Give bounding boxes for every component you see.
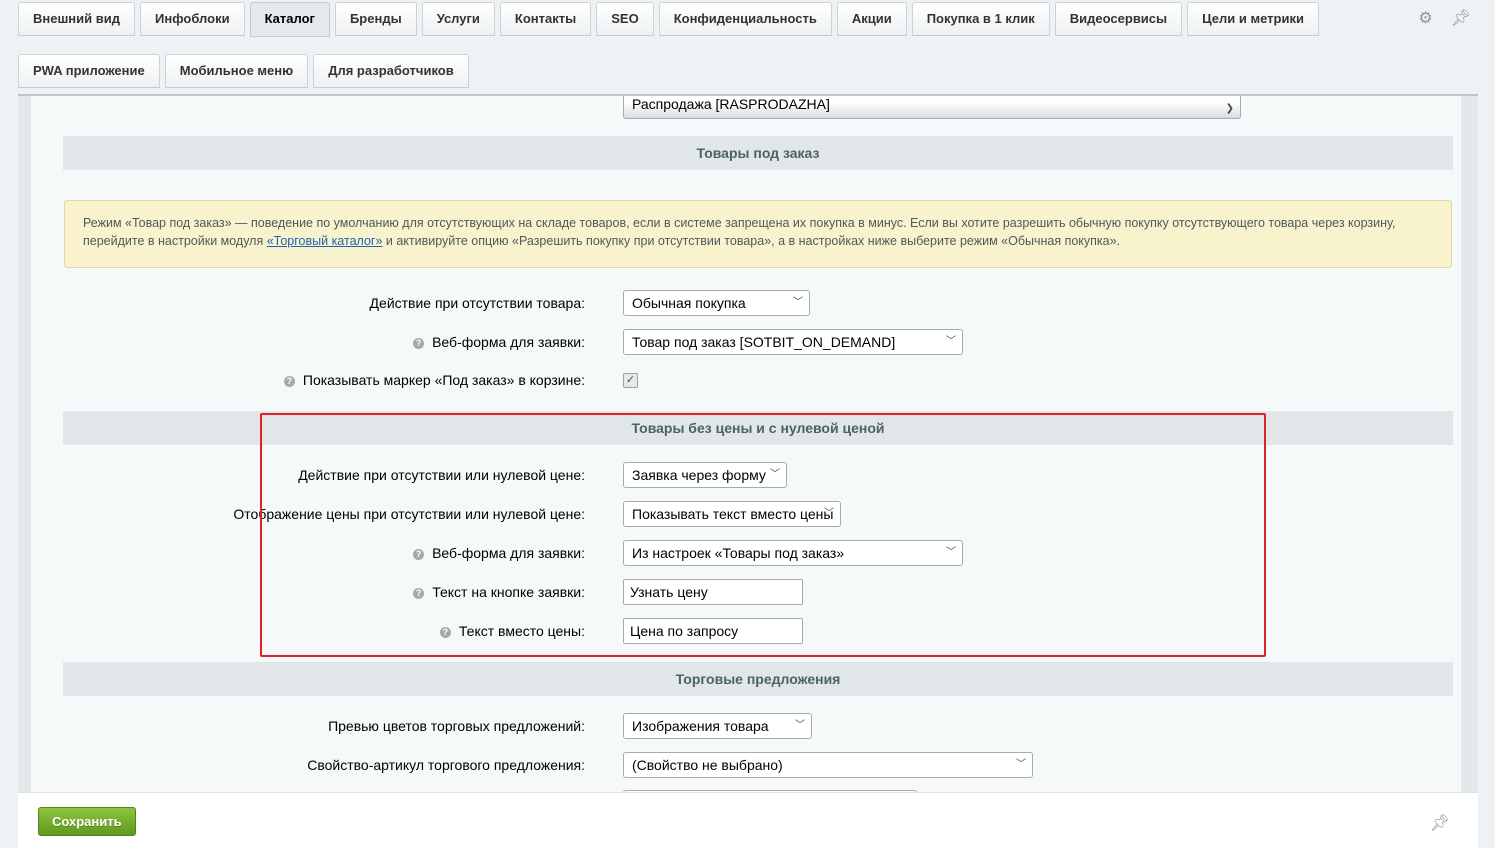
no-price-price-text-input[interactable]: Цена по запросу [623,618,803,644]
help-icon[interactable]: ? [413,549,425,560]
tab-row2-1[interactable]: Мобильное меню [164,54,309,88]
footer-bar: Сохранить 📌︎ [18,792,1478,848]
tab-row1-5[interactable]: Контакты [499,2,592,36]
chevron-down-icon: ﹀ [946,547,956,558]
checkmark-icon: ✓ [625,374,636,386]
no-price-display-select[interactable]: Показывать текст вместо цены ﹀ [623,501,841,527]
tab-row1-1[interactable]: Инфоблоки [140,2,245,36]
offers-preview-select[interactable]: Изображения товара ﹀ [623,713,812,739]
tab-row1-4[interactable]: Услуги [421,2,495,36]
no-price-button-text-input[interactable]: Узнать цену [623,579,803,605]
chevron-down-icon: ❯ [1225,103,1234,114]
on-demand-webform-value: Товар под заказ [SOTBIT_ON_DEMAND] [632,334,896,350]
top-icons: ⚙ 📌︎ [1418,8,1471,28]
no-price-action-select[interactable]: Заявка через форму ﹀ [623,462,787,488]
no-price-webform-label-text: Веб-форма для заявки: [432,545,585,561]
section-title-offers: Торговые предложения [63,662,1453,696]
no-price-display-value: Показывать текст вместо цены [632,506,834,522]
chevron-down-icon: ﹀ [946,336,956,347]
no-price-display-label: Отображение цены при отсутствии или нуле… [233,506,585,522]
tab-bar-row2: PWA приложение Мобильное меню Для разработ… [18,54,469,88]
settings-form: Распродажа [RASPRODAZHA] ❯ Товары под за… [31,96,1461,796]
chevron-down-icon: ﹀ [1016,759,1026,770]
tab-bar-row1: Внешний вид Инфоблоки Каталог Бренды Услуги К… [18,2,1319,37]
help-icon[interactable]: ? [413,588,425,599]
notice-text-after: и активируйте опцию «Разрешить покупку п… [382,234,1121,248]
tab-row2-2[interactable]: Для разработчиков [313,54,469,88]
notice-box: Режим «Товар под заказ» — поведение по у… [64,200,1452,268]
tab-row1-6[interactable]: SEO [596,2,654,36]
pin-icon[interactable]: 📌︎ [1451,8,1471,28]
help-icon[interactable]: ? [413,338,425,349]
no-price-price-text-label: ? Текст вместо цены: [439,617,585,645]
chevron-down-icon: ﹀ [793,297,803,308]
on-demand-action-select[interactable]: Обычная покупка ﹀ [623,290,810,316]
on-demand-marker-checkbox[interactable]: ✓ [623,373,638,388]
no-price-webform-value: Из настроек «Товары под заказ» [632,545,845,561]
no-price-action-value: Заявка через форму [632,467,766,483]
on-demand-webform-select[interactable]: Товар под заказ [SOTBIT_ON_DEMAND] ﹀ [623,329,963,355]
tab-row1-3[interactable]: Бренды [334,2,417,36]
no-price-button-text-label: ? Текст на кнопке заявки: [413,578,585,606]
offers-article-value: (Свойство не выбрано) [632,757,783,773]
on-demand-marker-label: ? Показывать маркер «Под заказ» в корзине… [283,366,585,394]
pin-icon[interactable]: 📌︎ [1430,813,1450,833]
help-icon[interactable]: ? [439,627,451,638]
top-multiselect-value: Распродажа [RASPRODAZHA] [632,96,830,112]
chevron-down-icon: ﹀ [795,720,805,731]
on-demand-marker-label-text: Показывать маркер «Под заказ» в корзине: [302,372,585,388]
chevron-down-icon: ﹀ [824,508,834,519]
offers-article-label: Свойство-артикул торгового предложения: [307,757,585,773]
trade-catalog-link[interactable]: «Торговый каталог» [267,234,383,248]
no-price-price-text-label-text: Текст вместо цены: [458,623,585,639]
chevron-down-icon: ﹀ [770,469,780,480]
tab-row1-8[interactable]: Акции [836,2,907,36]
section-title-on-demand: Товары под заказ [63,136,1453,170]
help-icon[interactable]: ? [283,376,295,387]
settings-panel: Распродажа [RASPRODAZHA] ❯ Товары под за… [18,94,1478,796]
tab-row1-0[interactable]: Внешний вид [18,2,135,36]
on-demand-action-value: Обычная покупка [632,295,746,311]
tab-row1-2[interactable]: Каталог [249,2,330,37]
save-button[interactable]: Сохранить [38,807,136,836]
no-price-action-label: Действие при отсутствии или нулевой цене… [298,467,585,483]
no-price-button-text-label-text: Текст на кнопке заявки: [432,584,585,600]
on-demand-webform-label-text: Веб-форма для заявки: [432,334,585,350]
tab-row1-9[interactable]: Покупка в 1 клик [911,2,1050,36]
on-demand-action-label: Действие при отсутствии товара: [369,295,585,311]
on-demand-webform-label: ? Веб-форма для заявки: [413,328,585,356]
top-multiselect[interactable]: Распродажа [RASPRODAZHA] ❯ [623,96,1241,119]
tab-row1-11[interactable]: Цели и метрики [1187,2,1319,36]
no-price-webform-label: ? Веб-форма для заявки: [413,539,585,567]
tab-row2-0[interactable]: PWA приложение [18,54,160,88]
offers-article-select[interactable]: (Свойство не выбрано) ﹀ [623,752,1033,778]
offers-preview-value: Изображения товара [632,718,769,734]
gear-icon[interactable]: ⚙ [1418,8,1432,28]
section-title-no-price: Товары без цены и с нулевой ценой [63,411,1453,445]
tab-row1-7[interactable]: Конфиденциальность [658,2,832,36]
tab-row1-10[interactable]: Видеосервисы [1054,2,1183,36]
offers-preview-label: Превью цветов торговых предложений: [328,718,585,734]
no-price-webform-select[interactable]: Из настроек «Товары под заказ» ﹀ [623,540,963,566]
